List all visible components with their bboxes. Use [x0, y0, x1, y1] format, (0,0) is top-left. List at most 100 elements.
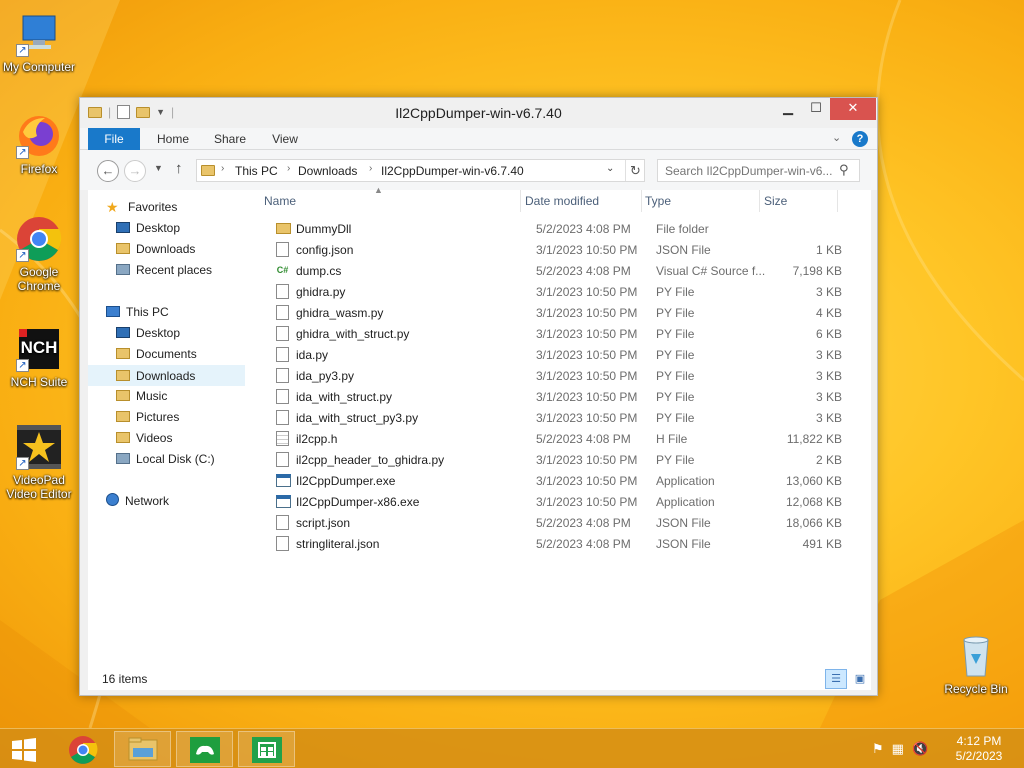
- up-button[interactable]: ↑: [175, 160, 183, 177]
- column-header-date[interactable]: Date modified: [525, 194, 599, 212]
- desktop-icon-firefox[interactable]: ↗ Firefox: [0, 112, 78, 176]
- search-icon[interactable]: ⚲: [839, 162, 849, 178]
- file-type: PY File: [656, 285, 695, 299]
- start-button[interactable]: [10, 737, 40, 763]
- file-row[interactable]: ghidra_wasm.py 3/1/2023 10:50 PM PY File 4 …: [257, 302, 871, 323]
- address-bar[interactable]: › This PC › Downloads › Il2CppDumper-win…: [196, 159, 645, 182]
- file-size: 491 KB: [802, 537, 842, 551]
- csharp-file-icon: C#: [276, 265, 289, 275]
- nav-label: Documents: [136, 347, 197, 361]
- nav-pc-pictures[interactable]: Pictures: [116, 407, 179, 428]
- breadcrumb-downloads[interactable]: Downloads: [298, 164, 357, 178]
- file-date-modified: 3/1/2023 10:50 PM: [536, 306, 638, 320]
- tab-file[interactable]: File: [88, 128, 140, 150]
- file-name: ida_py3.py: [296, 369, 355, 383]
- column-header-size[interactable]: Size: [764, 194, 787, 212]
- nav-label: Recent places: [136, 263, 213, 277]
- nav-favorites[interactable]: ★ Favorites: [106, 197, 177, 218]
- breadcrumb-separator-icon[interactable]: ›: [221, 163, 224, 174]
- close-button[interactable]: ✕: [830, 98, 876, 120]
- column-divider[interactable]: [641, 190, 642, 212]
- clock[interactable]: 4:12 PM 5/2/2023: [940, 734, 1018, 764]
- nav-pc-documents[interactable]: Documents: [116, 344, 197, 365]
- taskbar-store[interactable]: [238, 731, 295, 767]
- breadcrumb-separator-icon[interactable]: ›: [287, 163, 290, 174]
- minimize-button[interactable]: ▁: [774, 98, 802, 120]
- column-divider[interactable]: [759, 190, 760, 212]
- file-type: Visual C# Source f...: [656, 264, 766, 278]
- nav-pc-music[interactable]: Music: [116, 386, 167, 407]
- details-view-button[interactable]: ☰: [825, 669, 847, 689]
- file-row[interactable]: ghidra.py 3/1/2023 10:50 PM PY File 3 KB: [257, 281, 871, 302]
- content-area: ★ Favorites Desktop Downloads Recent plac…: [88, 185, 871, 668]
- title-bar[interactable]: | ▼ | Il2CppDumper-win-v6.7.40 ▁ ☐ ✕: [80, 98, 877, 128]
- large-icons-view-button[interactable]: ▣: [849, 669, 871, 689]
- recent-locations-chevron-icon[interactable]: ▼: [154, 163, 163, 173]
- nav-label: Desktop: [136, 326, 181, 340]
- pictures-icon: [116, 411, 130, 422]
- tab-view[interactable]: View: [264, 128, 306, 150]
- file-row[interactable]: il2cpp.h 5/2/2023 4:08 PM H File 11,822 KB: [257, 428, 871, 449]
- column-header-type[interactable]: Type: [645, 194, 671, 212]
- column-divider[interactable]: [837, 190, 838, 212]
- breadcrumb-current-folder[interactable]: Il2CppDumper-win-v6.7.40: [381, 164, 524, 178]
- file-date-modified: 3/1/2023 10:50 PM: [536, 453, 638, 467]
- file-list: Name ▲ Date modified Type Size DummyDll 5…: [257, 185, 871, 668]
- svg-text:NCH: NCH: [21, 338, 58, 357]
- explorer-window[interactable]: | ▼ | Il2CppDumper-win-v6.7.40 ▁ ☐ ✕ Fil…: [79, 97, 878, 696]
- nav-favorites-downloads[interactable]: Downloads: [116, 239, 195, 260]
- desktop-icon-videopad[interactable]: ↗ VideoPad Video Editor: [0, 423, 78, 501]
- file-row[interactable]: Il2CppDumper-x86.exe 3/1/2023 10:50 PM App…: [257, 491, 871, 512]
- file-explorer-icon: [128, 737, 158, 761]
- action-center-flag-icon[interactable]: ⚑: [872, 741, 884, 757]
- column-divider[interactable]: [520, 190, 521, 212]
- nav-this-pc[interactable]: This PC: [106, 302, 169, 323]
- nav-pc-local-disk[interactable]: Local Disk (C:): [116, 449, 215, 470]
- file-row[interactable]: C# dump.cs 5/2/2023 4:08 PM Visual C# Sourc…: [257, 260, 871, 281]
- nav-favorites-desktop[interactable]: Desktop: [116, 218, 180, 239]
- file-row[interactable]: ida_with_struct_py3.py 3/1/2023 10:50 PM P…: [257, 407, 871, 428]
- desktop-icon-recycle-bin[interactable]: Recycle Bin: [937, 632, 1015, 696]
- file-name: il2cpp_header_to_ghidra.py: [296, 453, 445, 467]
- nav-pc-videos[interactable]: Videos: [116, 428, 172, 449]
- file-row[interactable]: script.json 5/2/2023 4:08 PM JSON File 18,0…: [257, 512, 871, 533]
- taskbar-file-explorer[interactable]: [114, 731, 171, 767]
- search-box[interactable]: ⚲: [657, 159, 860, 182]
- desktop-icon-my-computer[interactable]: ↗ My Computer: [0, 10, 78, 74]
- column-header-name[interactable]: Name: [264, 194, 296, 212]
- taskbar-chrome[interactable]: [54, 731, 111, 767]
- forward-button[interactable]: →: [124, 160, 146, 182]
- back-button[interactable]: ←: [97, 160, 119, 182]
- tab-home[interactable]: Home: [150, 128, 196, 150]
- breadcrumb-separator-icon[interactable]: ›: [369, 163, 372, 174]
- search-input[interactable]: [665, 163, 833, 179]
- refresh-icon[interactable]: ↻: [625, 160, 645, 181]
- file-row[interactable]: il2cpp_header_to_ghidra.py 3/1/2023 10:50…: [257, 449, 871, 470]
- network-status-icon[interactable]: ▦: [892, 741, 904, 757]
- file-row[interactable]: Il2CppDumper.exe 3/1/2023 10:50 PM Applica…: [257, 470, 871, 491]
- tab-share[interactable]: Share: [206, 128, 254, 150]
- file-row[interactable]: ida_with_struct.py 3/1/2023 10:50 PM PY Fi…: [257, 386, 871, 407]
- nav-recent-places[interactable]: Recent places: [116, 260, 212, 281]
- desktop-icon-chrome[interactable]: ↗ Google Chrome: [0, 215, 78, 293]
- file-row[interactable]: ida_py3.py 3/1/2023 10:50 PM PY File 3 KB: [257, 365, 871, 386]
- expand-ribbon-chevron-icon[interactable]: ⌄: [832, 131, 841, 144]
- file-row[interactable]: stringliteral.json 5/2/2023 4:08 PM JSON F…: [257, 533, 871, 554]
- nav-pc-downloads[interactable]: Downloads: [88, 365, 245, 386]
- desktop-icon-nch-suite[interactable]: NCH ↗ NCH Suite: [0, 325, 78, 389]
- taskbar-games[interactable]: [176, 731, 233, 767]
- desktop-icon-label: Firefox: [20, 162, 58, 176]
- maximize-button[interactable]: ☐: [802, 98, 830, 120]
- file-row[interactable]: DummyDll 5/2/2023 4:08 PM File folder: [257, 218, 871, 239]
- breadcrumb-this-pc[interactable]: This PC: [235, 164, 278, 178]
- file-type: H File: [656, 432, 688, 446]
- nav-network[interactable]: Network: [106, 491, 169, 512]
- file-row[interactable]: config.json 3/1/2023 10:50 PM JSON File 1 K…: [257, 239, 871, 260]
- file-row[interactable]: ida.py 3/1/2023 10:50 PM PY File 3 KB: [257, 344, 871, 365]
- file-row[interactable]: ghidra_with_struct.py 3/1/2023 10:50 PM PY…: [257, 323, 871, 344]
- help-icon[interactable]: ?: [852, 131, 868, 147]
- address-history-chevron-icon[interactable]: ⌄: [606, 163, 614, 174]
- nav-pc-desktop[interactable]: Desktop: [116, 323, 180, 344]
- volume-muted-icon[interactable]: 🔇: [912, 741, 928, 757]
- firefox-icon: ↗: [15, 112, 63, 160]
